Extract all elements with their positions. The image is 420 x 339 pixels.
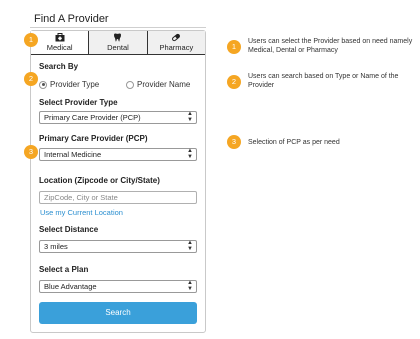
annotation-badge-3: 3 (227, 135, 241, 149)
plan-select[interactable]: Blue Advantage ▲ ▼ (39, 280, 197, 293)
annotation-badge-2: 2 (24, 72, 38, 86)
select-arrows-icon: ▲ ▼ (187, 111, 193, 123)
plan-label: Select a Plan (39, 265, 89, 274)
annotation-badge-3: 3 (24, 145, 38, 159)
annotation-badge-1: 1 (24, 33, 38, 47)
use-current-location-link[interactable]: Use my Current Location (40, 208, 123, 217)
search-by-label: Search By (39, 62, 79, 71)
pcp-value: Internal Medicine (44, 150, 102, 159)
provider-search-panel: Medical Dental Pharmacy Search By Provid… (30, 30, 206, 333)
distance-select[interactable]: 3 miles ▲ ▼ (39, 240, 197, 253)
location-label: Location (Zipcode or City/State) (39, 176, 160, 185)
distance-value: 3 miles (44, 242, 68, 251)
tab-dental[interactable]: Dental (89, 31, 148, 54)
tab-medical-label: Medical (46, 43, 73, 52)
select-arrows-icon: ▲ ▼ (187, 148, 193, 160)
plan-value: Blue Advantage (44, 282, 97, 291)
annotation-note-2: Users can search based on Type or Name o… (248, 73, 399, 89)
provider-type-value: Primary Care Provider (PCP) (44, 113, 141, 122)
radio-provider-type[interactable]: Provider Type (39, 80, 99, 89)
title-divider (30, 27, 206, 28)
radio-provider-name-label: Provider Name (137, 80, 191, 89)
annotation-note-3: Selection of PCP as per need (248, 139, 340, 146)
tab-medical[interactable]: Medical (31, 31, 90, 54)
tab-pharmacy-label: Pharmacy (159, 43, 194, 52)
annotation-note-1: Users can select the Provider based on n… (248, 38, 413, 54)
tab-pharmacy[interactable]: Pharmacy (147, 31, 205, 54)
radio-provider-name[interactable]: Provider Name (126, 80, 190, 89)
provider-type-label: Select Provider Type (39, 98, 118, 107)
select-arrows-icon: ▲ ▼ (187, 280, 193, 292)
select-arrows-icon: ▲ ▼ (187, 240, 193, 252)
radio-indicator (126, 80, 134, 89)
location-input[interactable]: ZipCode, City or State (39, 191, 197, 204)
provider-tabs: Medical Dental Pharmacy (31, 31, 205, 55)
radio-provider-type-label: Provider Type (50, 80, 100, 89)
search-by-radio-group: Provider Type Provider Name (39, 80, 199, 92)
annotation-badge-1: 1 (227, 40, 241, 54)
radio-indicator (39, 80, 47, 89)
pcp-label: Primary Care Provider (PCP) (39, 134, 148, 143)
location-placeholder: ZipCode, City or State (44, 193, 118, 202)
search-button[interactable]: Search (39, 302, 197, 324)
annotation-badge-2: 2 (227, 75, 241, 89)
distance-label: Select Distance (39, 225, 99, 234)
provider-type-select[interactable]: Primary Care Provider (PCP) ▲ ▼ (39, 111, 197, 124)
page-title: Find A Provider (34, 13, 109, 25)
pcp-select[interactable]: Internal Medicine ▲ ▼ (39, 148, 197, 161)
tab-dental-label: Dental (107, 43, 129, 52)
